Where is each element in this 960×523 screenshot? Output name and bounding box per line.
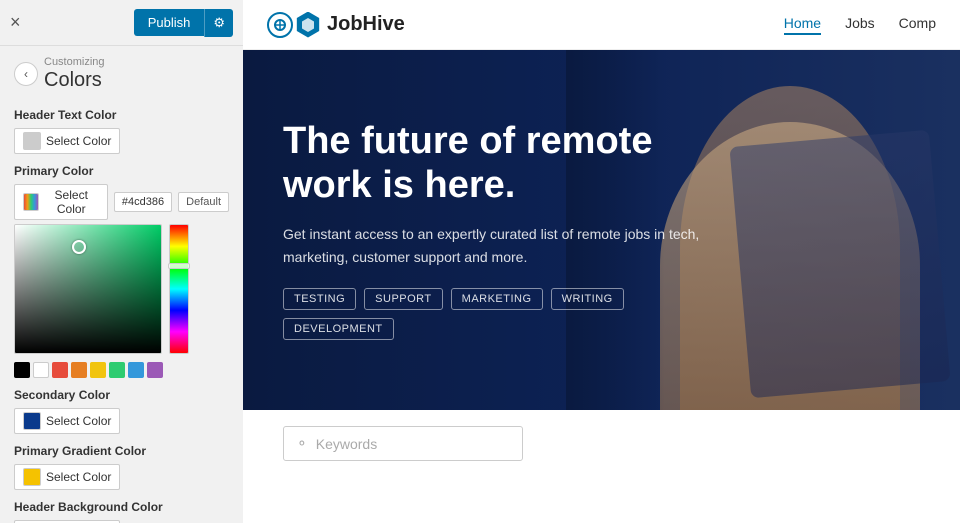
hero-tags: TESTING SUPPORT MARKETING WRITING DEVELO… [283, 288, 703, 340]
primary-color-row: Select Color #4cd386 Default [14, 184, 229, 220]
secondary-color-row: Select Color [14, 408, 229, 434]
site-logo: JobHive [267, 12, 405, 38]
swatch-black[interactable] [14, 362, 30, 378]
header-text-color-row: Select Color [14, 128, 229, 154]
primary-gradient-color-button[interactable]: Select Color [14, 464, 120, 490]
primary-color-default-button[interactable]: Default [178, 192, 229, 212]
swatch-purple[interactable] [147, 362, 163, 378]
hero-tag-support: SUPPORT [364, 288, 442, 310]
header-bg-color-label: Header Background Color [14, 500, 229, 514]
color-crosshair[interactable] [72, 240, 86, 254]
site-hero: The future of remote work is here. Get i… [243, 50, 960, 410]
color-picker [14, 224, 229, 378]
swatch-red[interactable] [52, 362, 68, 378]
breadcrumb: ‹ Customizing Colors [0, 46, 243, 98]
primary-color-swatch [23, 193, 39, 211]
search-placeholder: Keywords [316, 436, 377, 452]
hue-bar[interactable] [169, 224, 189, 354]
logo-icons [267, 12, 321, 38]
logo-circle-icon [267, 12, 293, 38]
customizer-panel: × Publish ⚙ ‹ Customizing Colors Header … [0, 0, 243, 523]
primary-gradient-color-row: Select Color [14, 464, 229, 490]
color-swatches [14, 362, 163, 378]
breadcrumb-text: Customizing Colors [44, 56, 105, 92]
hero-tag-development: DEVELOPMENT [283, 318, 394, 340]
site-nav: JobHive Home Jobs Comp [243, 0, 960, 50]
back-button[interactable]: ‹ [14, 62, 38, 86]
swatch-orange[interactable] [71, 362, 87, 378]
logo-hex-icon [295, 12, 321, 38]
primary-gradient-color-swatch [23, 468, 41, 486]
primary-color-hex: #4cd386 [114, 192, 172, 212]
secondary-color-swatch [23, 412, 41, 430]
header-text-color-swatch [23, 132, 41, 150]
hero-subtitle: Get instant access to an expertly curate… [283, 223, 703, 268]
gradient-dark [15, 225, 161, 353]
nav-link-comp[interactable]: Comp [899, 15, 936, 35]
publish-button[interactable]: Publish [134, 9, 205, 36]
search-icon: ⚬ [296, 435, 308, 452]
primary-color-button[interactable]: Select Color [14, 184, 108, 220]
nav-link-home[interactable]: Home [784, 15, 821, 35]
hero-tag-writing: WRITING [551, 288, 624, 310]
hero-tag-testing: TESTING [283, 288, 356, 310]
secondary-color-button[interactable]: Select Color [14, 408, 120, 434]
close-icon[interactable]: × [10, 12, 21, 33]
breadcrumb-current: Colors [44, 68, 105, 92]
primary-gradient-color-label: Primary Gradient Color [14, 444, 229, 458]
swatch-green[interactable] [109, 362, 125, 378]
publish-group: Publish ⚙ [134, 9, 233, 37]
hero-title: The future of remote work is here. [283, 120, 703, 207]
hero-content: The future of remote work is here. Get i… [243, 120, 743, 340]
site-logo-text: JobHive [327, 13, 405, 36]
nav-link-jobs[interactable]: Jobs [845, 15, 875, 35]
secondary-color-btn-label: Select Color [46, 414, 111, 428]
primary-gradient-color-btn-label: Select Color [46, 470, 111, 484]
publish-gear-button[interactable]: ⚙ [204, 9, 233, 37]
site-nav-links: Home Jobs Comp [784, 15, 936, 35]
hue-thumb [168, 263, 190, 269]
top-bar: × Publish ⚙ [0, 0, 243, 46]
search-input-wrap: ⚬ Keywords [283, 426, 523, 461]
swatch-white[interactable] [33, 362, 49, 378]
header-text-color-btn-label: Select Color [46, 134, 111, 148]
site-search: ⚬ Keywords [243, 410, 960, 477]
secondary-color-label: Secondary Color [14, 388, 229, 402]
header-text-color-label: Header Text Color [14, 108, 229, 122]
panel-content: Header Text Color Select Color Primary C… [0, 98, 243, 523]
header-text-color-button[interactable]: Select Color [14, 128, 120, 154]
primary-color-btn-label: Select Color [44, 188, 99, 216]
breadcrumb-parent: Customizing [44, 56, 105, 68]
swatch-blue[interactable] [128, 362, 144, 378]
primary-color-label: Primary Color [14, 164, 229, 178]
hero-tag-marketing: MARKETING [451, 288, 543, 310]
site-preview: JobHive Home Jobs Comp The future of rem… [243, 0, 960, 523]
swatch-yellow[interactable] [90, 362, 106, 378]
color-gradient-box[interactable] [14, 224, 162, 354]
